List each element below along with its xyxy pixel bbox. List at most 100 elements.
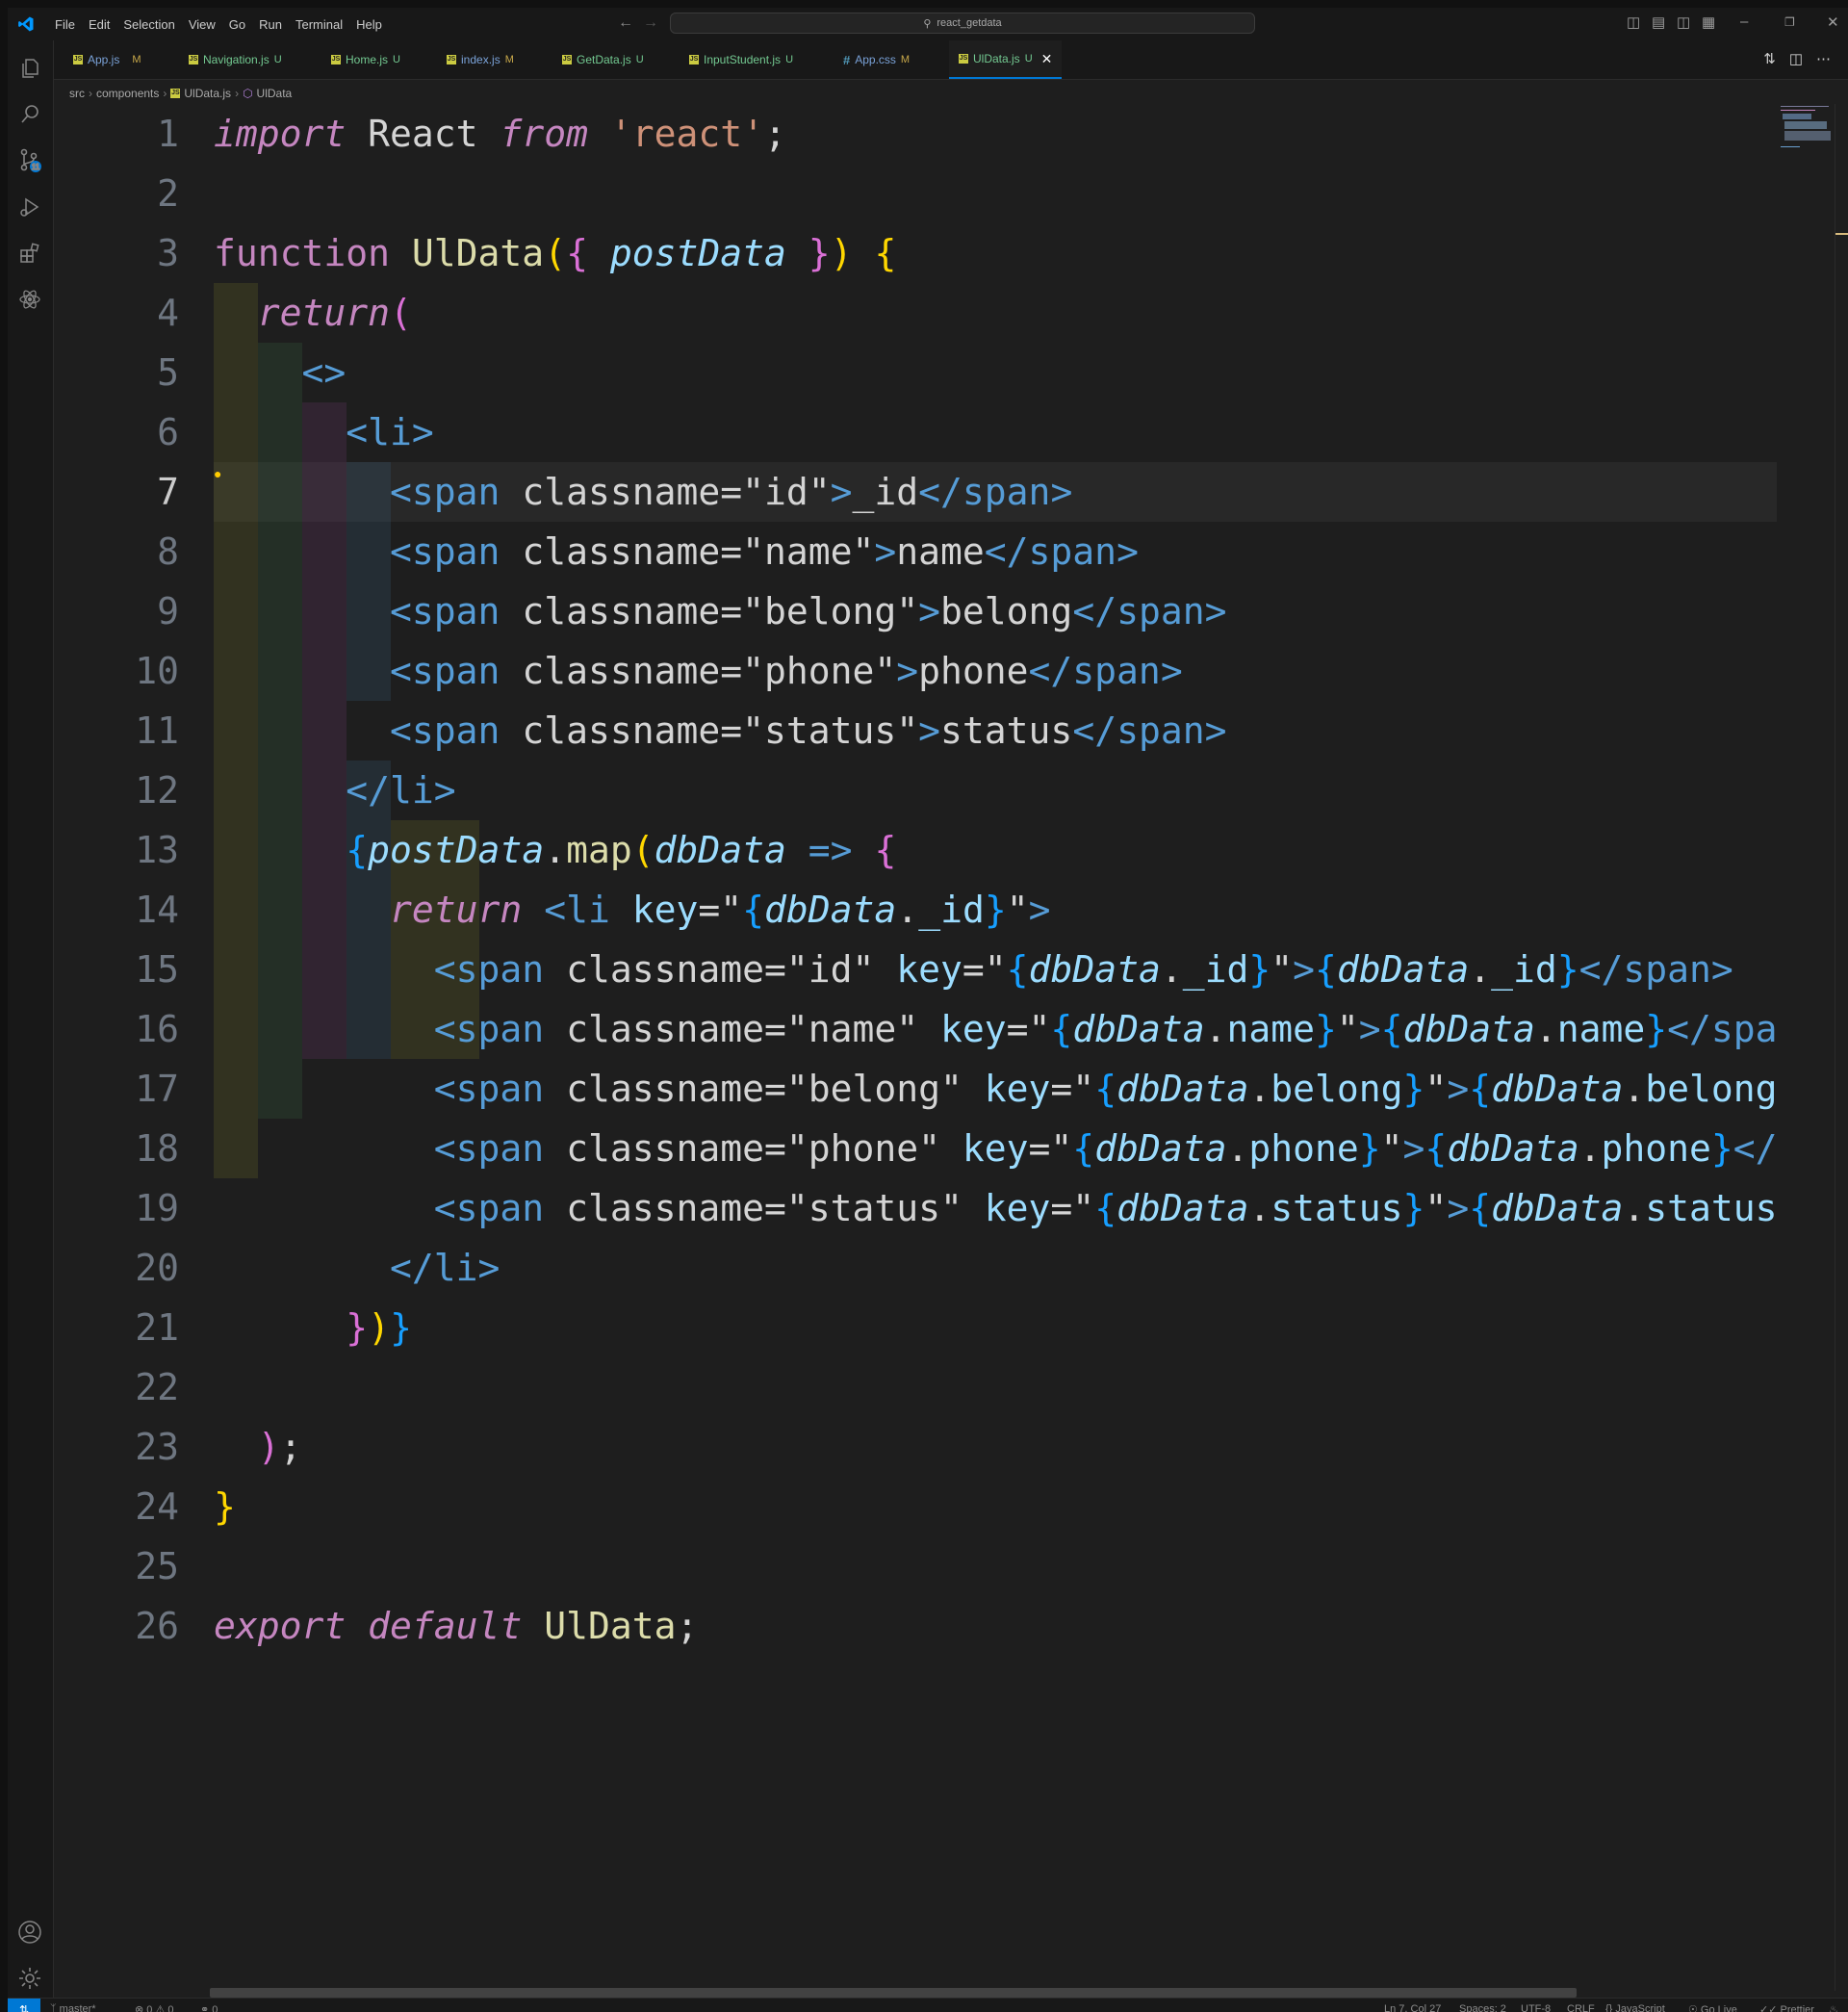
line-number: 3 <box>157 232 179 274</box>
code-token: classname <box>566 948 764 991</box>
breadcrumb-components[interactable]: components <box>96 87 159 100</box>
code-token: ) <box>830 232 853 274</box>
toggle-secondary-sidebar-icon[interactable]: ◫ <box>1677 13 1690 31</box>
horizontal-scrollbar[interactable] <box>210 1988 1577 1998</box>
menu-terminal[interactable]: Terminal <box>289 17 349 32</box>
code-token: > <box>1358 1008 1381 1050</box>
menu-selection[interactable]: Selection <box>116 17 181 32</box>
indentation[interactable]: Spaces: 2 <box>1459 2003 1506 2012</box>
vertical-scrollbar[interactable] <box>1835 104 1848 1991</box>
cursor-position[interactable]: Ln 7, Col 27 <box>1384 2003 1441 2012</box>
close-tab-icon[interactable]: ✕ <box>1041 51 1053 67</box>
menu-go[interactable]: Go <box>222 17 252 32</box>
search-icon[interactable] <box>15 100 44 129</box>
minimap[interactable] <box>1777 104 1835 162</box>
code-token: </span <box>1028 650 1161 692</box>
split-editor-icon[interactable]: ◫ <box>1789 50 1803 67</box>
close-window-icon[interactable]: ✕ <box>1827 13 1839 31</box>
source-control-icon[interactable]: 11 <box>15 146 44 175</box>
code-token: </span <box>918 471 1051 513</box>
chevron-right-icon: › <box>89 87 92 100</box>
breadcrumb-src[interactable]: src <box>69 87 85 100</box>
vscode-window: File Edit Selection View Go Run Terminal… <box>8 8 1848 2012</box>
forward-arrow-icon[interactable]: → <box>643 14 658 32</box>
js-file-icon: JS <box>189 55 198 64</box>
line-ending[interactable]: CRLF <box>1567 2003 1595 2012</box>
remote-indicator-icon[interactable]: ⇅ <box>8 1999 40 2012</box>
code-line: <span classname="status">status</span> <box>390 709 1227 752</box>
code-line: } <box>214 1477 236 1536</box>
code-token: . <box>1623 1187 1646 1229</box>
menu-help[interactable]: Help <box>349 17 389 32</box>
breadcrumb-file[interactable]: UlData.js <box>184 87 231 100</box>
tab-inputstudent-js[interactable]: JS InputStudent.js U <box>689 40 793 79</box>
encoding[interactable]: UTF-8 <box>1521 2003 1551 2012</box>
line-number: 22 <box>135 1366 179 1408</box>
code-token: . <box>1623 1068 1646 1110</box>
tab-getdata-js[interactable]: JS GetData.js U <box>562 40 644 79</box>
toggle-sidebar-icon[interactable]: ◫ <box>1627 13 1640 31</box>
customize-layout-icon[interactable]: ▦ <box>1702 13 1715 31</box>
tab-app-css[interactable]: # App.css M <box>843 40 910 79</box>
restore-icon[interactable]: ❐ <box>1784 15 1795 29</box>
js-file-icon: JS <box>170 89 181 98</box>
code-token: </span <box>1578 948 1711 991</box>
code-token: . <box>1160 948 1183 991</box>
tab-uldata-js[interactable]: JS UlData.js U ✕ <box>949 40 1063 79</box>
tab-label: InputStudent.js <box>704 53 782 66</box>
code-token: dbData <box>1491 1068 1624 1110</box>
go-live-label: Go Live <box>1700 2004 1737 2012</box>
settings-gear-icon[interactable] <box>15 1964 44 1993</box>
language-mode[interactable]: {} JavaScript <box>1605 2003 1665 2012</box>
accounts-icon[interactable] <box>15 1918 44 1947</box>
open-changes-icon[interactable]: ⇅ <box>1763 50 1776 67</box>
code-token: _id <box>1182 948 1249 991</box>
run-debug-icon[interactable] <box>15 193 44 221</box>
code-token: classname <box>566 1187 764 1229</box>
command-center-text: react_getdata <box>937 17 1002 29</box>
code-token: name <box>896 530 985 573</box>
css-file-icon: # <box>843 52 851 67</box>
toggle-panel-icon[interactable]: ▤ <box>1652 13 1665 31</box>
breadcrumb-symbol[interactable]: UlData <box>257 87 293 100</box>
tab-index-js[interactable]: JS index.js M <box>447 40 514 79</box>
tab-status: U <box>393 54 400 65</box>
tab-app-js[interactable]: JS App.js M <box>73 40 141 79</box>
code-token: import <box>214 113 346 155</box>
code-editor[interactable]: ● 1 2 3 4 5 6 7 8 9 10 11 12 13 14 15 16… <box>54 104 1777 1991</box>
code-token: status <box>1270 1187 1403 1229</box>
code-token: > <box>1447 1187 1470 1229</box>
go-live[interactable]: ☉ Go Live <box>1688 2003 1737 2012</box>
minimize-icon[interactable]: – <box>1740 13 1748 30</box>
problems-status[interactable]: ⊗ 0 ⚠ 0 <box>135 2003 174 2012</box>
react-icon[interactable] <box>15 285 44 314</box>
code-token: UlData <box>544 1605 677 1647</box>
menu-view[interactable]: View <box>182 17 222 32</box>
more-actions-icon[interactable]: ⋯ <box>1816 50 1831 67</box>
prettier[interactable]: ✓✓ Prettier <box>1759 2003 1814 2012</box>
code-token: return <box>257 292 391 334</box>
breadcrumb: src › components › JS UlData.js › ⬡ UlDa… <box>69 85 292 102</box>
code-token: </span <box>1072 590 1205 632</box>
menu-edit[interactable]: Edit <box>82 17 116 32</box>
ports-status[interactable]: ⚭ 0 <box>200 2003 218 2012</box>
tab-home-js[interactable]: JS Home.js U <box>331 40 400 79</box>
back-arrow-icon[interactable]: ← <box>618 14 633 32</box>
code-token: dbData <box>1116 1068 1249 1110</box>
menu-run[interactable]: Run <box>252 17 289 32</box>
notifications-bell-icon[interactable]: ♨ <box>1829 2003 1838 2012</box>
line-number: 16 <box>135 1008 179 1050</box>
command-center-search[interactable]: ⚲ react_getdata <box>670 13 1255 34</box>
branch-status[interactable]: ᛉ master* <box>50 2003 96 2012</box>
extensions-icon[interactable] <box>15 239 44 268</box>
code-token: key <box>896 948 962 991</box>
code-token: belong <box>763 590 897 632</box>
menu-file[interactable]: File <box>48 17 82 32</box>
chevron-right-icon: › <box>235 87 240 100</box>
code-token: { <box>742 889 765 931</box>
tab-navigation-js[interactable]: JS Navigation.js U <box>189 40 282 79</box>
code-token: name <box>808 1008 897 1050</box>
code-token: 'react' <box>609 113 765 155</box>
explorer-icon[interactable] <box>15 54 44 83</box>
code-token: . <box>1204 1008 1227 1050</box>
